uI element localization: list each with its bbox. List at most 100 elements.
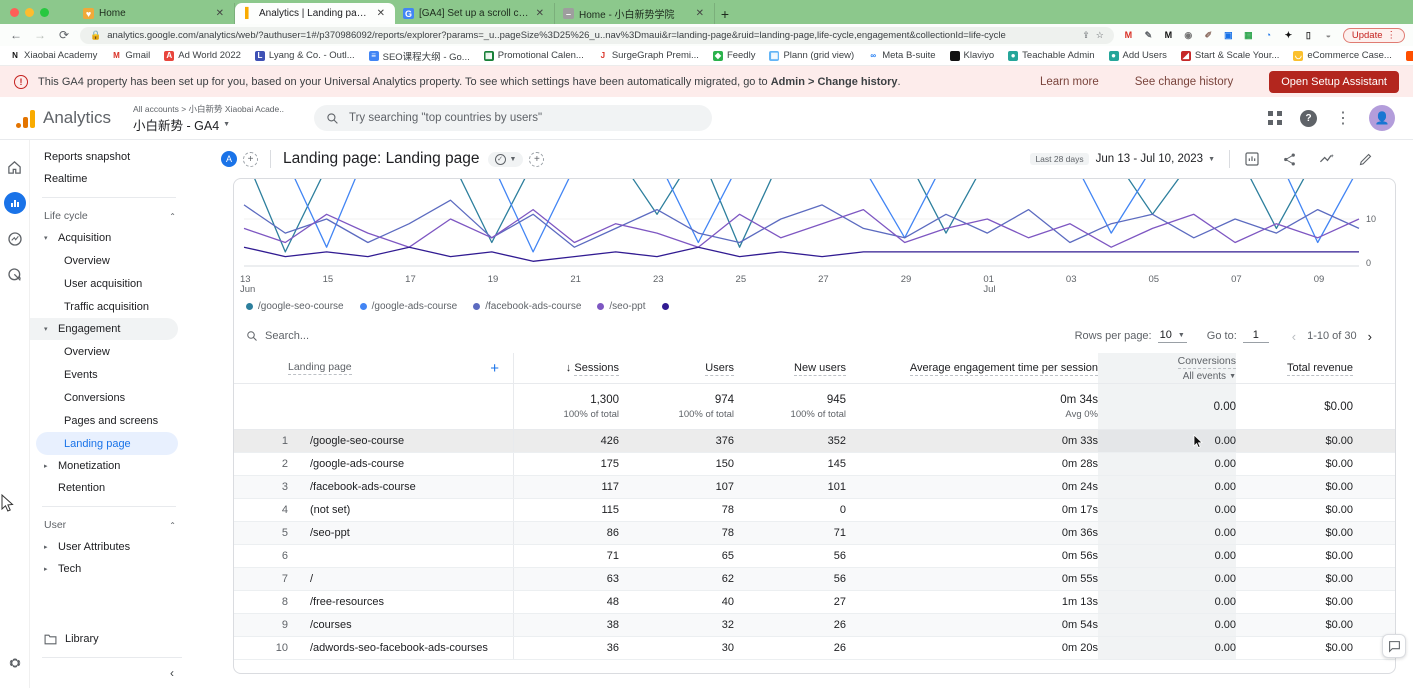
minimize-window-button[interactable] — [25, 8, 34, 17]
bookmark-item[interactable]: ■Klaviyo — [950, 50, 995, 61]
rows-per-page-select[interactable]: 10▼ — [1158, 329, 1187, 343]
bookmark-item[interactable]: JSurgeGraph Premi... — [598, 50, 699, 61]
table-search-input[interactable]: Search... — [246, 330, 309, 342]
edit-report-icon[interactable] — [1358, 152, 1373, 167]
sidebar-item-library[interactable]: Library — [30, 628, 188, 650]
close-tab-icon[interactable]: ✕ — [375, 8, 387, 19]
column-header-conversions[interactable]: Conversions All events▼ — [1098, 353, 1236, 383]
sidebar-item-traffic-acquisition[interactable]: Traffic acquisition — [30, 295, 188, 318]
prev-page-button[interactable]: ‹ — [1287, 329, 1301, 344]
extension-icon[interactable]: ✦ — [1282, 29, 1295, 42]
bookmark-item[interactable]: ▦Promotional Calen... — [484, 50, 584, 61]
see-change-history-link[interactable]: See change history — [1135, 76, 1233, 88]
table-row[interactable]: 9/courses3832260m 54s0.00$0.00 — [234, 614, 1395, 637]
bookmark-item[interactable]: ■Zap History — [1406, 50, 1413, 61]
bookmark-star-icon[interactable]: ☆ — [1096, 30, 1104, 41]
sidebar-item-landing-page[interactable]: Landing page — [36, 432, 178, 455]
extension-icon[interactable]: ◒ — [1322, 29, 1335, 42]
sidebar-item-retention[interactable]: Retention — [30, 477, 188, 499]
bookmark-item[interactable]: ≡SEO课程大纲 - Go... — [369, 49, 470, 63]
sidebar-item-conversions[interactable]: Conversions — [30, 386, 188, 409]
help-icon[interactable]: ? — [1300, 110, 1317, 127]
column-header-landing-page[interactable]: Landing page — [288, 361, 352, 375]
sidebar-item-engagement[interactable]: ▾Engagement — [30, 318, 178, 340]
user-avatar[interactable]: 👤 — [1369, 105, 1395, 131]
ga-search-input[interactable]: Try searching "top countries by users" — [314, 105, 712, 131]
close-tab-icon[interactable]: ✕ — [694, 8, 706, 19]
sidebar-section-user[interactable]: User⌃ — [30, 514, 188, 536]
table-row[interactable]: 2/google-ads-course1751501450m 28s0.00$0… — [234, 453, 1395, 476]
legend-item[interactable]: /seo-ppt — [597, 301, 645, 312]
more-options-icon[interactable]: ⋮ — [1335, 108, 1351, 128]
back-button[interactable]: ← — [8, 28, 24, 42]
goto-page-input[interactable]: 1 — [1243, 329, 1269, 343]
feedback-button[interactable] — [1382, 634, 1406, 658]
add-comparison-button[interactable]: + — [243, 152, 258, 167]
explore-icon[interactable] — [4, 228, 26, 250]
sidebar-item-overview[interactable]: Overview — [30, 340, 188, 363]
maximize-window-button[interactable] — [40, 8, 49, 17]
account-switcher[interactable]: All accounts > 小白新势 Xiaobai Acade.. 小白新势… — [133, 103, 284, 134]
bookmark-item[interactable]: ●Add Users — [1109, 50, 1167, 61]
reload-button[interactable]: ⟳ — [56, 28, 72, 42]
table-row[interactable]: 3/facebook-ads-course1171071010m 24s0.00… — [234, 476, 1395, 499]
share-report-icon[interactable] — [1282, 152, 1297, 167]
home-icon[interactable] — [4, 156, 26, 178]
table-row[interactable]: 67165560m 56s0.00$0.00 — [234, 545, 1395, 568]
table-row[interactable]: 10/adwords-seo-facebook-ads-courses36302… — [234, 637, 1395, 660]
conversions-event-select[interactable]: All events▼ — [1183, 371, 1236, 382]
browser-tab[interactable]: ▌Analytics | Landing page: Land✕ — [235, 3, 395, 24]
sidebar-item-user-acquisition[interactable]: User acquisition — [30, 272, 188, 295]
browser-tab[interactable]: –Home - 小白新势学院✕ — [555, 3, 715, 24]
extension-icon[interactable]: ✎ — [1142, 29, 1155, 42]
extension-icon[interactable]: ✐ — [1202, 29, 1215, 42]
table-row[interactable]: 8/free-resources4840271m 13s0.00$0.00 — [234, 591, 1395, 614]
new-tab-button[interactable]: + — [715, 4, 735, 24]
table-row[interactable]: 4(not set)1157800m 17s0.00$0.00 — [234, 499, 1395, 522]
browser-tab[interactable]: ♥Home✕ — [75, 3, 235, 24]
bookmark-item[interactable]: ◢Start & Scale Your... — [1181, 50, 1280, 61]
column-header-users[interactable]: Users — [619, 362, 734, 374]
bookmark-item[interactable]: MGmail — [111, 50, 150, 61]
add-dimension-button[interactable]: + — [490, 360, 499, 377]
bookmark-item[interactable]: ◆Feedly — [713, 50, 756, 61]
extension-icon[interactable]: ◉ — [1182, 29, 1195, 42]
customize-report-icon[interactable] — [1244, 151, 1260, 167]
legend-item[interactable] — [662, 303, 669, 310]
next-page-button[interactable]: › — [1363, 329, 1377, 344]
extension-icon[interactable]: M — [1162, 29, 1175, 42]
table-row[interactable]: 5/seo-ppt8678710m 36s0.00$0.00 — [234, 522, 1395, 545]
apps-grid-icon[interactable] — [1268, 111, 1282, 125]
date-range-picker[interactable]: Jun 13 - Jul 10, 2023▼ — [1096, 153, 1215, 165]
bookmark-item[interactable]: AAd World 2022 — [164, 50, 241, 61]
sidebar-item-realtime[interactable]: Realtime — [30, 168, 188, 190]
extension-icon[interactable]: ◔ — [1262, 29, 1275, 42]
sidebar-item-user-attributes[interactable]: ▸User Attributes — [30, 536, 188, 558]
sidebar-item-reports-snapshot[interactable]: Reports snapshot — [30, 146, 188, 168]
forward-button[interactable]: → — [32, 28, 48, 42]
browser-tab[interactable]: G[GA4] Set up a scroll conversi✕ — [395, 3, 555, 24]
extension-icon[interactable]: ▯ — [1302, 29, 1315, 42]
sidebar-item-acquisition[interactable]: ▾Acquisition — [30, 227, 188, 249]
column-header-engagement[interactable]: Average engagement time per session — [846, 362, 1098, 374]
admin-gear-icon[interactable] — [4, 652, 26, 674]
table-row[interactable]: 1/google-seo-course4263763520m 33s0.00$0… — [234, 430, 1395, 453]
legend-item[interactable]: /facebook-ads-course — [473, 301, 581, 312]
sidebar-item-pages-and-screens[interactable]: Pages and screens — [30, 409, 188, 432]
sidebar-item-overview[interactable]: Overview — [30, 249, 188, 272]
advertising-icon[interactable] — [4, 264, 26, 286]
window-controls[interactable] — [10, 0, 49, 24]
bookmark-item[interactable]: ▦Plann (grid view) — [769, 50, 854, 61]
sidebar-item-monetization[interactable]: ▸Monetization — [30, 455, 188, 477]
close-tab-icon[interactable]: ✕ — [214, 8, 226, 19]
bookmark-item[interactable]: LLyang & Co. - Outl... — [255, 50, 355, 61]
add-metric-button[interactable]: + — [529, 152, 544, 167]
column-header-new-users[interactable]: New users — [734, 362, 846, 374]
sidebar-item-events[interactable]: Events — [30, 363, 188, 386]
collapse-sidebar-button[interactable]: ‹ — [170, 666, 174, 680]
bookmark-item[interactable]: ∞Meta B-suite — [868, 50, 935, 61]
learn-more-link[interactable]: Learn more — [1040, 76, 1099, 88]
extension-icon[interactable]: ▦ — [1242, 29, 1255, 42]
extension-icon[interactable]: M — [1122, 29, 1135, 42]
address-bar[interactable]: 🔒 analytics.google.com/analytics/web/?au… — [80, 27, 1114, 44]
